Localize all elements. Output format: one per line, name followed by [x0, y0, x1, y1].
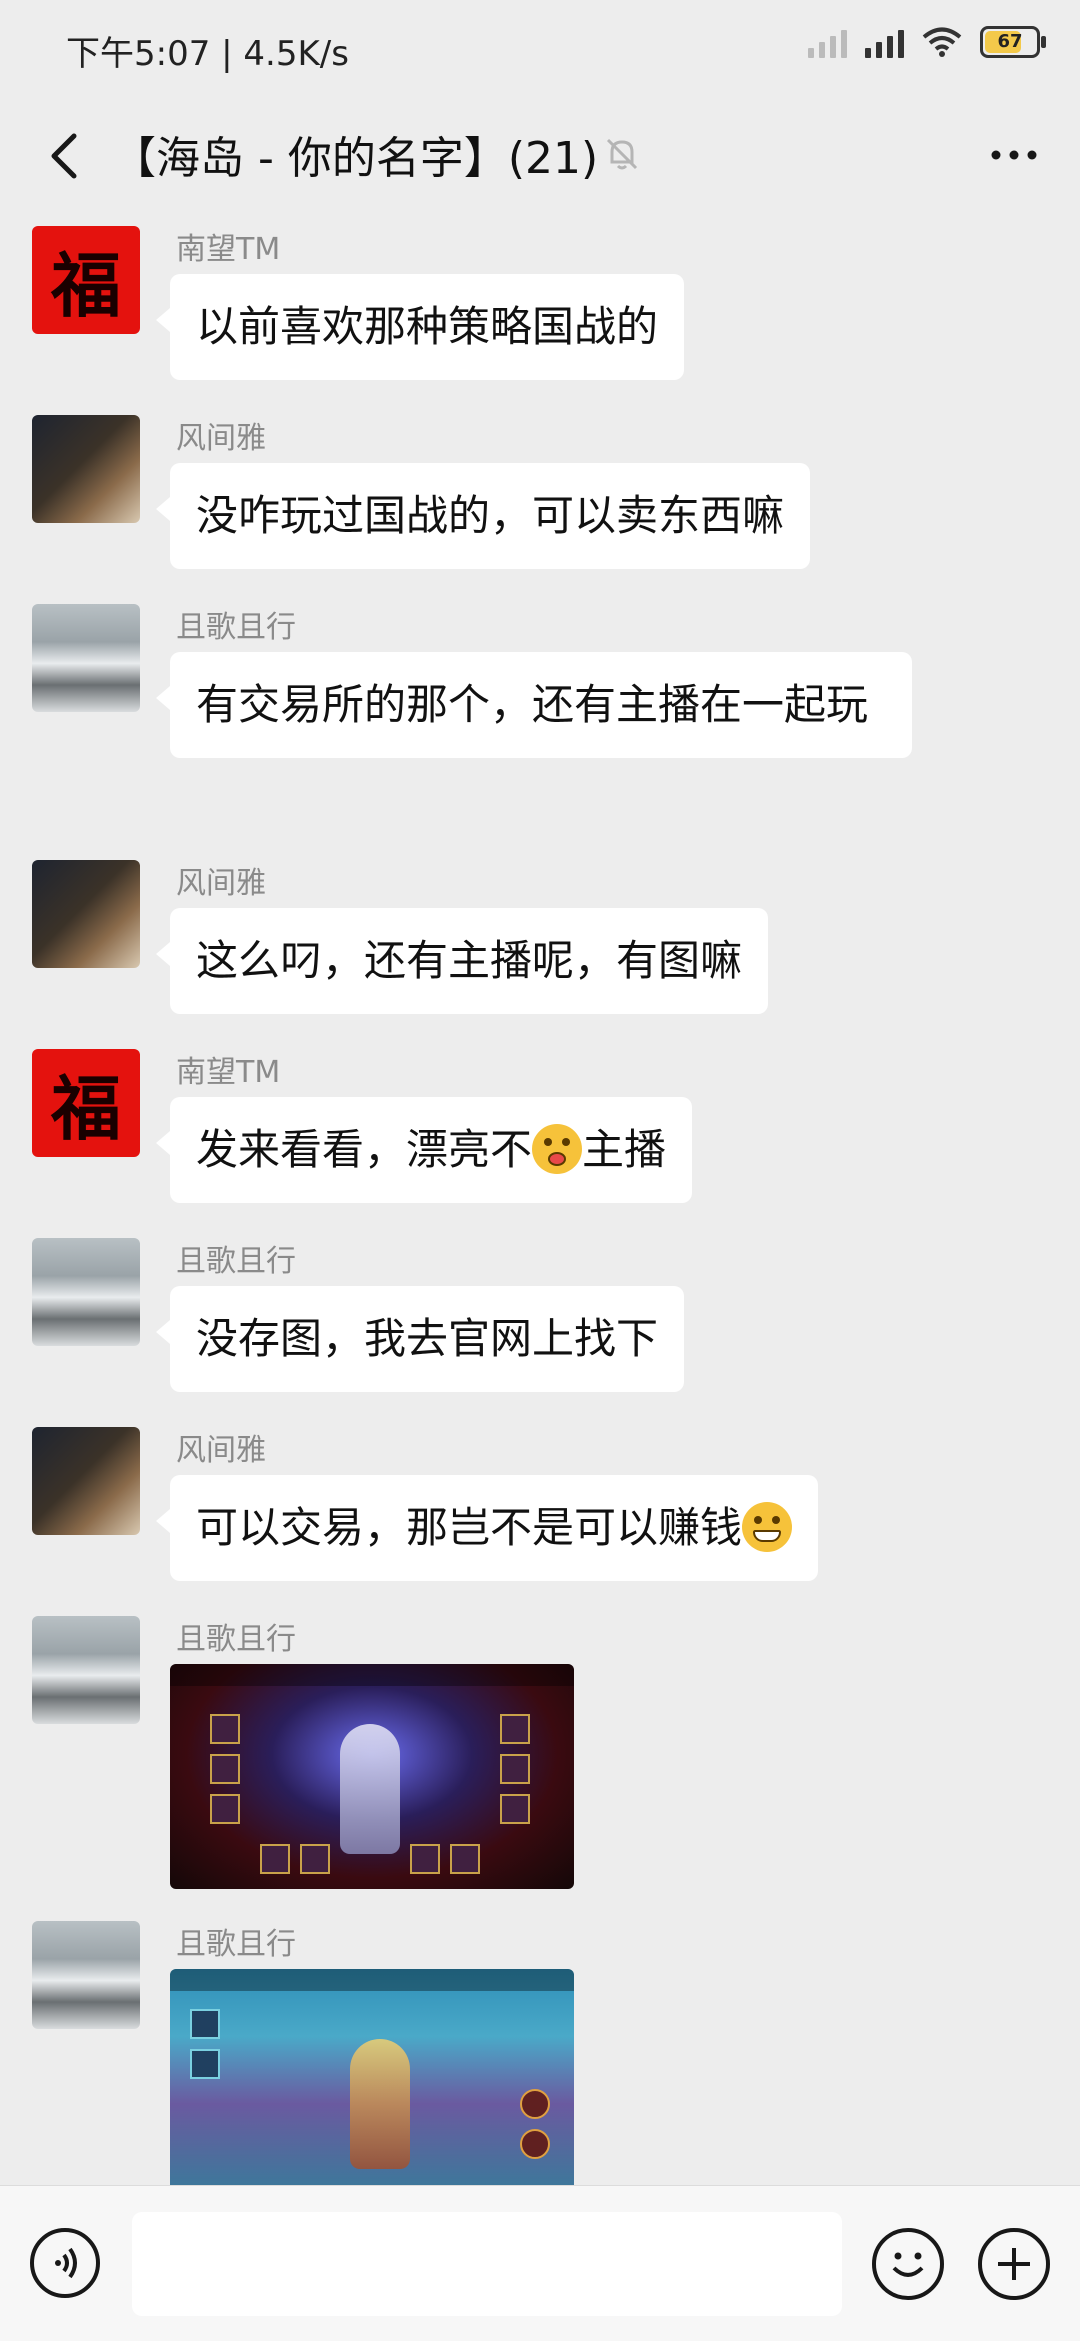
- message-bubble[interactable]: 发来看看，漂亮不 主播: [155, 1097, 693, 1203]
- person-eating-avatar[interactable]: [32, 860, 140, 968]
- sender-name: 且歌且行: [176, 1622, 296, 1657]
- signal-icon: [865, 26, 904, 58]
- person-eating-avatar[interactable]: [32, 415, 140, 523]
- snowy-landscape-avatar[interactable]: [32, 1238, 140, 1346]
- emoji-picker-button[interactable]: [872, 2228, 944, 2300]
- voice-input-button[interactable]: [30, 2228, 100, 2298]
- sender-name: 南望TM: [176, 1055, 281, 1090]
- back-arrow-icon[interactable]: [36, 126, 96, 186]
- more-options-icon[interactable]: [984, 130, 1044, 180]
- snowy-landscape-avatar[interactable]: [32, 1921, 140, 2029]
- voice-icon: [55, 2247, 77, 2279]
- sender-name: 南望TM: [176, 232, 281, 267]
- signal-icon: [808, 26, 847, 58]
- battery-icon: 67: [980, 26, 1046, 58]
- chat-header: 【海岛 - 你的名字】(21): [0, 100, 1080, 210]
- sender-name: 风间雅: [176, 866, 266, 901]
- battery-level: 67: [997, 31, 1023, 52]
- grinning-emoji: [742, 1502, 793, 1552]
- wifi-icon: [922, 27, 962, 57]
- chat-input-bar: [0, 2185, 1080, 2341]
- plus-icon: [998, 2248, 1030, 2280]
- sender-name: 风间雅: [176, 421, 266, 456]
- status-icons: 67: [808, 26, 1046, 58]
- sender-name: 且歌且行: [176, 1244, 296, 1279]
- message-bubble[interactable]: 没存图，我去官网上找下: [155, 1286, 685, 1392]
- status-bar: 下午5:07 | 4.5K/s 67: [0, 0, 1080, 100]
- sender-name: 且歌且行: [176, 1927, 296, 1962]
- message-text: 主播: [582, 1125, 667, 1174]
- snowy-landscape-avatar[interactable]: [32, 1616, 140, 1724]
- message-bubble[interactable]: 以前喜欢那种策略国战的: [155, 274, 685, 380]
- status-time: 下午5:07 | 4.5K/s: [66, 34, 349, 74]
- message-bubble[interactable]: 没咋玩过国战的，可以卖东西嘛: [155, 463, 811, 569]
- fu-character-avatar[interactable]: 福: [32, 1049, 140, 1157]
- drooling-face-emoji: [532, 1124, 583, 1174]
- message-text: 可以交易，那岂不是可以赚钱: [196, 1503, 743, 1552]
- message-input[interactable]: [132, 2212, 842, 2316]
- fu-character-avatar[interactable]: 福: [32, 226, 140, 334]
- game-battle-screenshot[interactable]: [170, 1969, 574, 2185]
- message-list[interactable]: 福 南望TM 以前喜欢那种策略国战的 风间雅 没咋玩过国战的，可以卖东西嘛 且歌…: [0, 210, 1080, 2185]
- more-functions-button[interactable]: [978, 2228, 1050, 2300]
- mute-bell-icon: [606, 138, 638, 170]
- smiley-icon: [892, 2252, 924, 2277]
- chat-title: 【海岛 - 你的名字】(21): [112, 133, 599, 184]
- sender-name: 风间雅: [176, 1433, 266, 1468]
- message-bubble[interactable]: 有交易所的那个，还有主播在一起玩: [156, 652, 912, 758]
- person-eating-avatar[interactable]: [32, 1427, 140, 1535]
- sender-name: 且歌且行: [176, 610, 296, 645]
- message-bubble[interactable]: 可以交易，那岂不是可以赚钱: [155, 1475, 819, 1581]
- message-text: 发来看看，漂亮不: [196, 1125, 533, 1174]
- snowy-landscape-avatar[interactable]: [32, 604, 140, 712]
- game-character-screenshot[interactable]: [170, 1664, 574, 1889]
- message-bubble[interactable]: 这么叼，还有主播呢，有图嘛: [155, 908, 769, 1014]
